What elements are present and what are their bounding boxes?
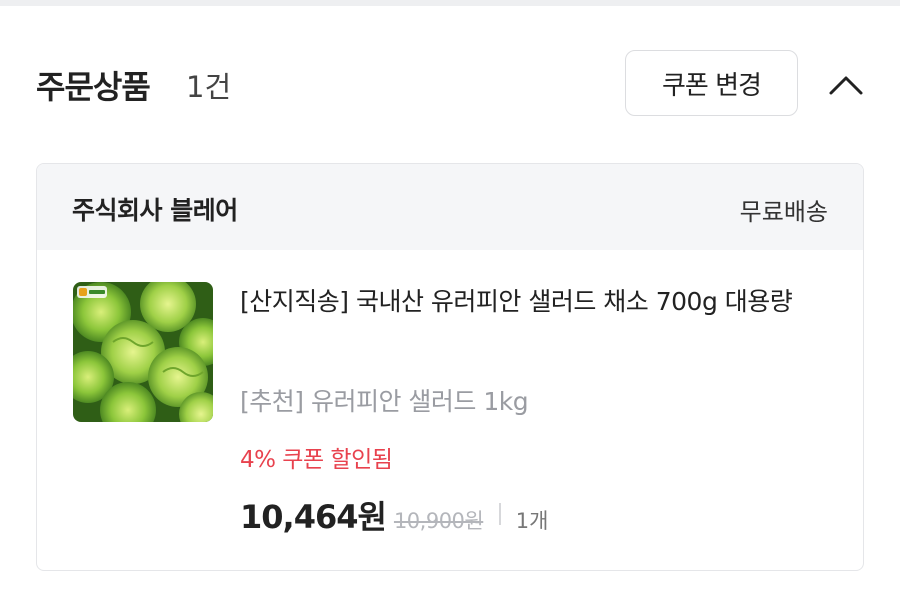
seller-header: 주식회사 블레어 무료배송 bbox=[37, 164, 863, 250]
price-row: 10,464원 10,900원 1개 bbox=[240, 492, 548, 536]
item-count: 1건 bbox=[186, 70, 232, 104]
order-section-header: 주문상품 1건 쿠폰 변경 bbox=[0, 50, 900, 120]
seller-name: 주식회사 블레어 bbox=[72, 196, 238, 225]
top-divider bbox=[0, 0, 900, 6]
sale-price: 10,464원 bbox=[240, 498, 387, 536]
original-price: 10,900원 bbox=[393, 509, 484, 533]
coupon-discount-label: 4% 쿠폰 할인됨 bbox=[240, 447, 393, 473]
chevron-up-icon[interactable] bbox=[826, 70, 866, 100]
product-title[interactable]: [산지직송] 국내산 유러피안 샐러드 채소 700g 대용량 bbox=[240, 282, 830, 322]
section-title: 주문상품 bbox=[36, 68, 151, 106]
shipping-label: 무료배송 bbox=[739, 198, 828, 226]
price-divider bbox=[499, 503, 501, 525]
product-thumbnail[interactable] bbox=[73, 282, 213, 422]
quantity: 1개 bbox=[515, 509, 549, 533]
coupon-change-button[interactable]: 쿠폰 변경 bbox=[625, 50, 798, 116]
order-item-card: 주식회사 블레어 무료배송 [산지직송] 국내산 유러피안 샐러드 채소 700… bbox=[36, 163, 864, 571]
lettuce-image bbox=[73, 282, 213, 422]
product-option: [추천] 유러피안 샐러드 1kg bbox=[240, 387, 529, 416]
